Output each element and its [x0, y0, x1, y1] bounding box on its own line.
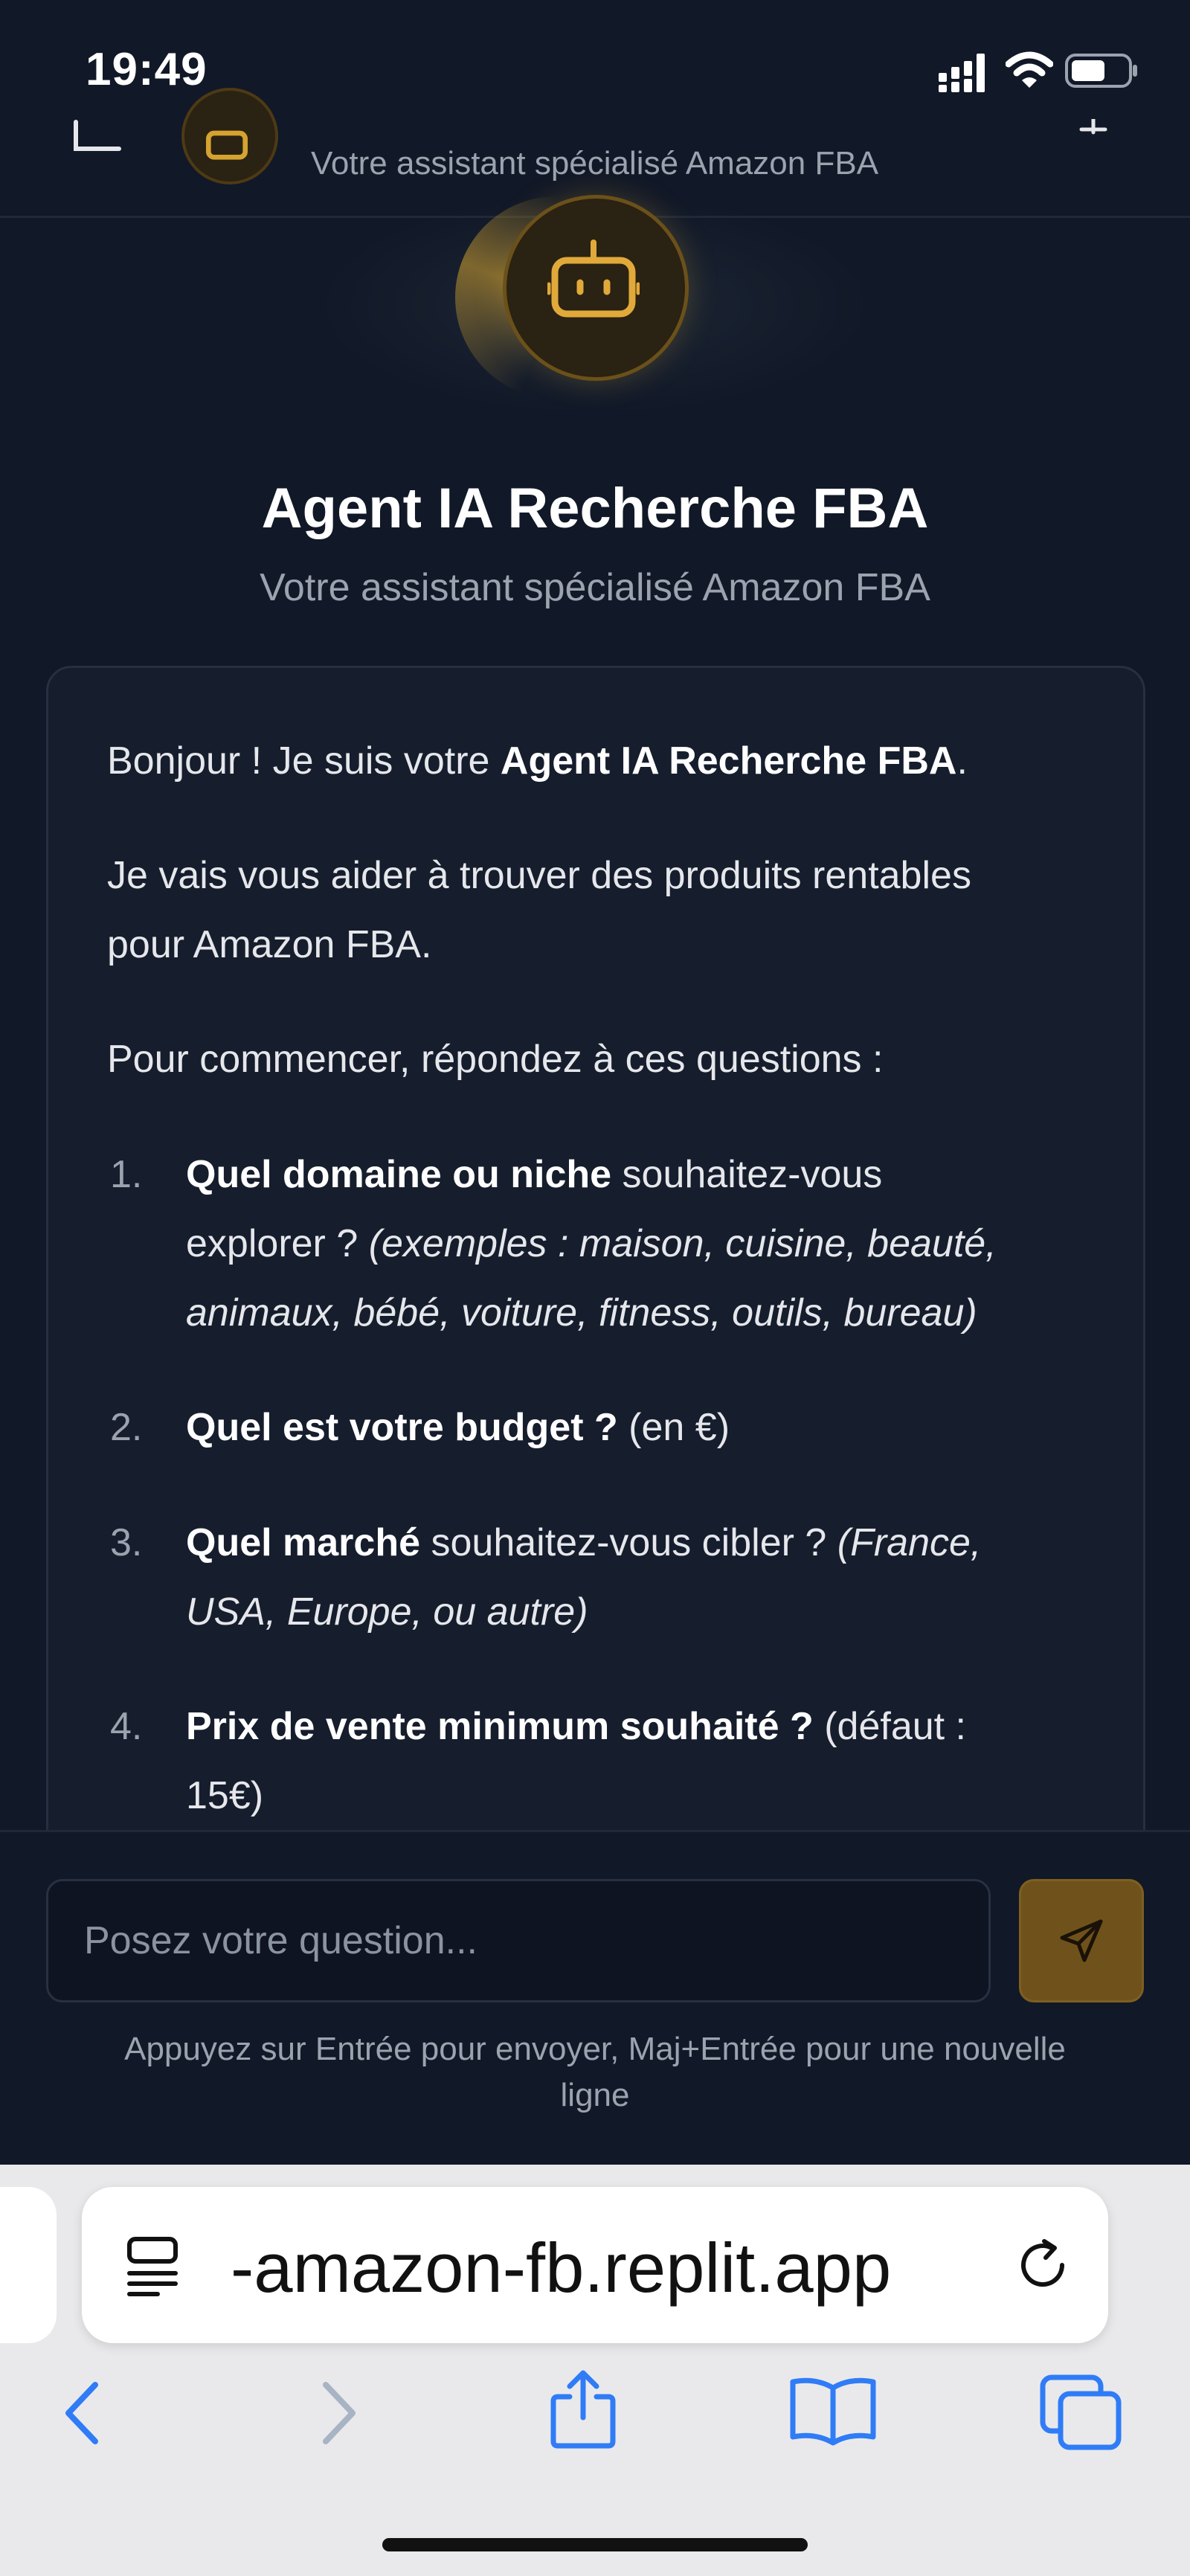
intro-line-2: pour Amazon FBA. [107, 923, 432, 966]
question-2-line-1: Quel est votre budget ? (en €) [186, 1406, 730, 1449]
questions-prompt: Pour commencer, répondez à ces questions… [107, 1038, 884, 1081]
list-number: 3. [110, 1521, 143, 1564]
back-icon[interactable] [60, 2377, 104, 2449]
header-subtitle: Votre assistant spécialisé Amazon FBA [311, 145, 879, 182]
agent-name: Agent IA Recherche FBA [500, 739, 957, 783]
new-chat-plus-icon[interactable] [1071, 119, 1116, 156]
home-indicator [382, 2538, 808, 2551]
forward-icon[interactable] [317, 2377, 361, 2449]
battery-icon [1065, 54, 1137, 88]
question-1-line-1: Quel domaine ou niche souhaitez-vous [186, 1153, 883, 1196]
sidebar-toggle-icon[interactable] [71, 119, 123, 161]
list-number: 2. [110, 1406, 143, 1449]
url-text[interactable]: -amazon-fb.replit.app [231, 2228, 891, 2308]
wifi-icon [1006, 51, 1053, 88]
bot-icon [205, 130, 248, 160]
previous-tab-preview[interactable] [0, 2187, 57, 2343]
header-bot-avatar [181, 88, 278, 184]
page-menu-icon[interactable] [125, 2232, 181, 2299]
list-number: 4. [110, 1705, 143, 1748]
bookmarks-icon[interactable] [788, 2374, 878, 2446]
question-3-line-1: Quel marché souhaitez-vous cibler ? (Fra… [186, 1521, 982, 1564]
list-number: 1. [110, 1153, 143, 1196]
question-4-line-1: Prix de vente minimum souhaité ? (défaut… [186, 1705, 966, 1748]
hero-subtitle: Votre assistant spécialisé Amazon FBA [260, 566, 930, 609]
greeting-line: Bonjour ! Je suis votre Agent IA Recherc… [107, 739, 968, 783]
tabs-icon[interactable] [1040, 2374, 1123, 2452]
question-1-line-3: animaux, bébé, voiture, fitness, outils,… [186, 1291, 977, 1334]
status-time: 19:49 [86, 44, 208, 95]
question-1-line-2: explorer ? (exemples : maison, cuisine, … [186, 1222, 997, 1265]
bot-icon [547, 240, 640, 318]
cellular-signal-icon [939, 54, 985, 92]
intro-line-1: Je vais vous aider à trouver des produit… [107, 854, 971, 897]
chat-input[interactable] [46, 1879, 991, 2002]
question-4-line-2: 15€) [186, 1774, 264, 1817]
reload-icon[interactable] [1013, 2235, 1072, 2295]
share-icon[interactable] [547, 2368, 619, 2449]
question-3-line-2: USA, Europe, ou autre) [186, 1590, 588, 1634]
input-hint: Appuyez sur Entrée pour envoyer, Maj+Ent… [124, 2031, 1066, 2113]
send-icon [1060, 1919, 1103, 1962]
send-button[interactable] [1019, 1879, 1144, 2002]
hero-title: Agent IA Recherche FBA [261, 477, 929, 540]
